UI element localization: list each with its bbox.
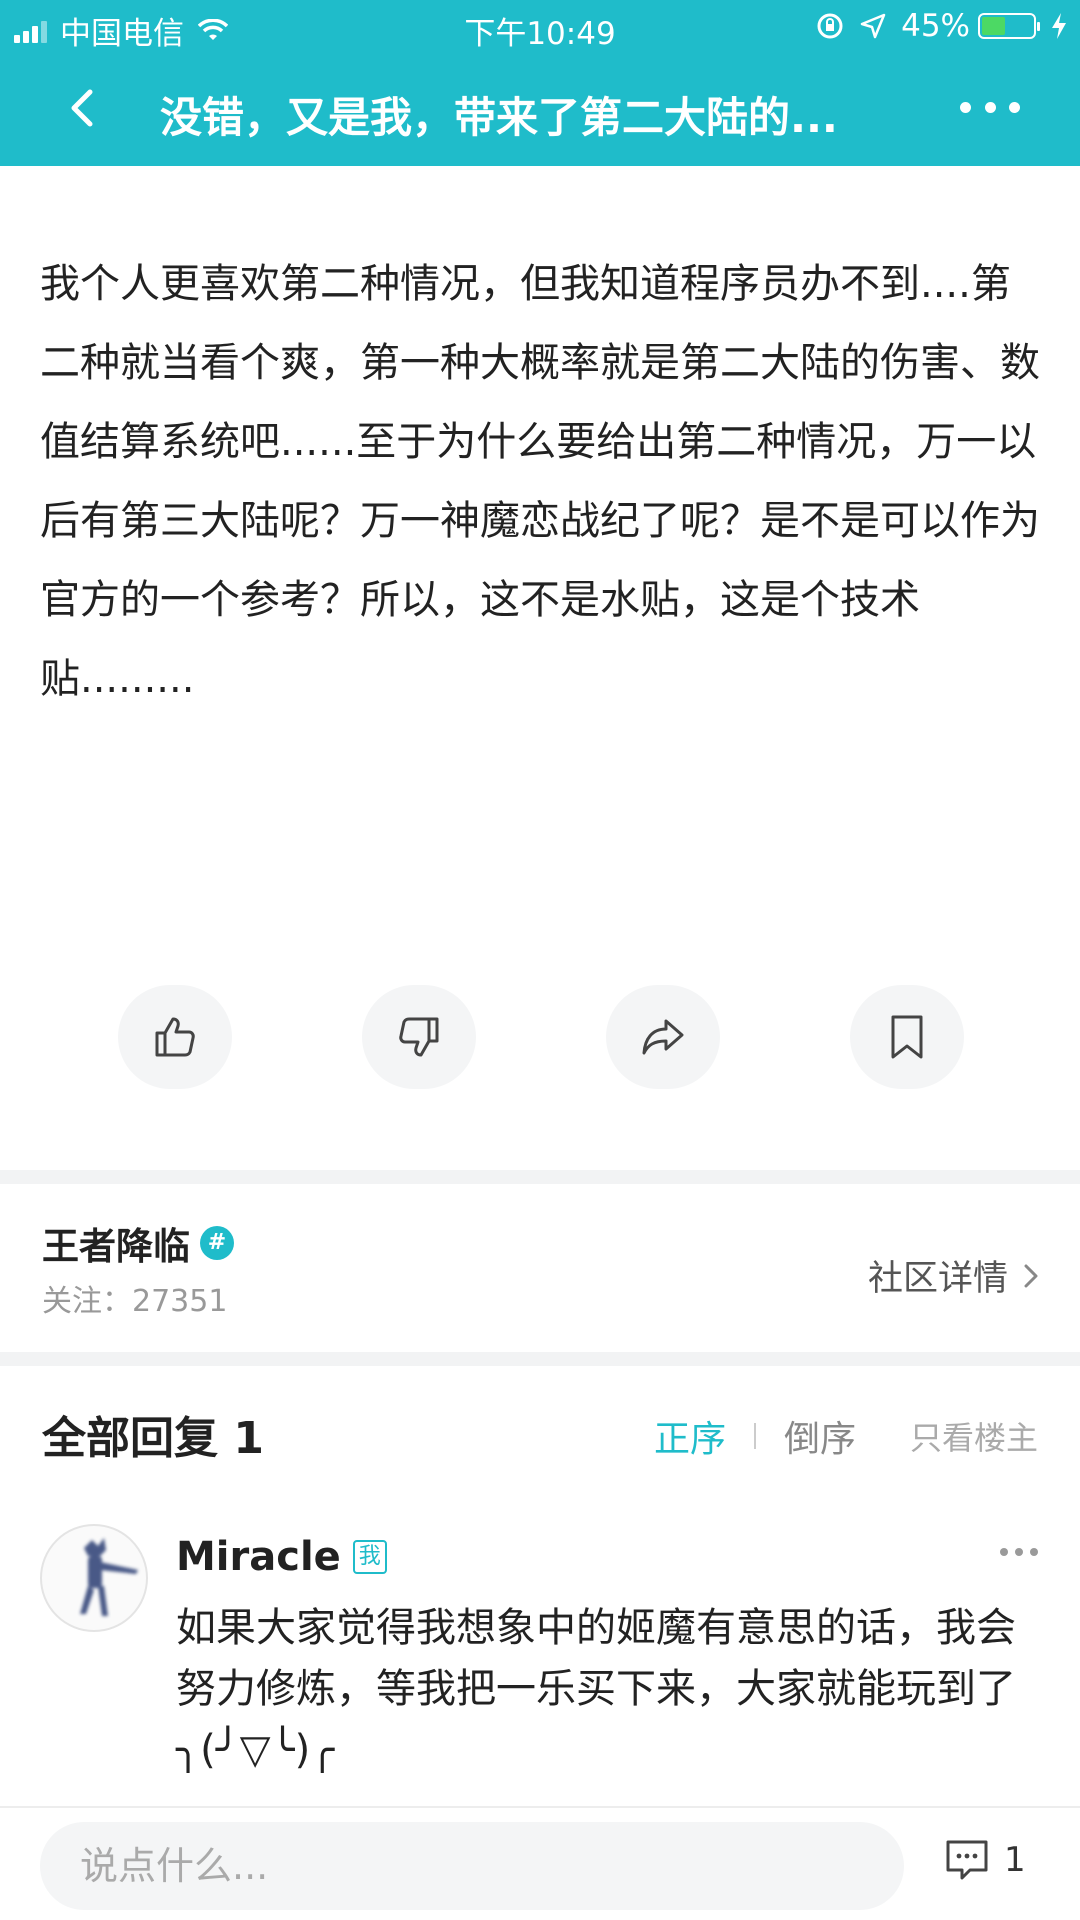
community-row[interactable]: 王者降临 # 关注：27351 社区详情 <box>0 1184 1080 1352</box>
owner-only-tab[interactable]: 只看楼主 <box>910 1413 1038 1459</box>
sort-asc-tab[interactable]: 正序 <box>654 1410 726 1462</box>
thumbs-down-icon <box>399 1017 439 1057</box>
battery-level <box>982 17 1005 35</box>
comment-input[interactable]: 说点什么... <box>40 1822 904 1910</box>
dislike-button[interactable] <box>362 985 476 1089</box>
reply-text: 如果大家觉得我想象中的姬魔有意思的话，我会努力修炼，等我把一乐买下来，大家就能玩… <box>176 1605 1016 1773</box>
chevron-right-icon <box>1024 1264 1038 1287</box>
reply-author[interactable]: Miracle <box>176 1534 341 1580</box>
avatar-figure-image <box>80 1538 138 1616</box>
bottom-bar: 说点什么... 1 <box>0 1806 1080 1920</box>
follow-label: 关注： <box>42 1284 132 1319</box>
sort-controls: 正序 倒序 只看楼主 <box>654 1410 1038 1462</box>
charging-bolt-icon <box>1052 13 1066 39</box>
community-name-row: 王者降临 # <box>42 1216 234 1270</box>
page-title: 没错，又是我，带来了第二大陆的... <box>160 93 838 142</box>
status-right: 45% <box>815 8 1068 44</box>
more-dot <box>1030 1548 1038 1556</box>
comment-icon[interactable] <box>944 1838 990 1882</box>
sort-separator <box>753 1423 756 1449</box>
follow-count: 27351 <box>132 1284 228 1319</box>
community-detail-label: 社区详情 <box>867 1259 1008 1299</box>
back-button[interactable] <box>60 80 110 136</box>
sort-desc-tab[interactable]: 倒序 <box>784 1410 856 1462</box>
more-dot <box>1009 101 1020 113</box>
post-body: 我个人更喜欢第二种情况，但我知道程序员办不到....第二种就当看个爽，第一种大概… <box>40 261 1040 702</box>
share-icon <box>642 1019 684 1055</box>
section-divider <box>0 1170 1080 1184</box>
reply-more-button[interactable] <box>1000 1548 1038 1558</box>
thumbs-up-icon <box>155 1017 195 1057</box>
community-name: 王者降临 <box>42 1225 190 1268</box>
replies-header: 全部回复 1 正序 倒序 只看楼主 <box>0 1366 1080 1494</box>
replies-title: 全部回复 1 <box>42 1413 264 1464</box>
community-follow: 关注：27351 <box>42 1276 227 1320</box>
me-badge: 我 <box>352 1540 387 1574</box>
status-bar: 中国电信 下午10:49 45% <box>0 0 1080 52</box>
nav-row: 没错，又是我，带来了第二大陆的... <box>0 52 1080 166</box>
top-bar: 中国电信 下午10:49 45% 没错，又是我，带来了第二大陆的... <box>0 0 1080 166</box>
community-badge-icon: # <box>200 1226 234 1260</box>
avatar[interactable] <box>40 1524 148 1632</box>
more-dot <box>960 101 971 113</box>
orientation-lock-icon <box>817 13 843 39</box>
bookmark-button[interactable] <box>850 985 964 1089</box>
share-button[interactable] <box>606 985 720 1089</box>
location-arrow-icon <box>860 13 886 39</box>
reply-author-row: Miracle 我 <box>176 1534 387 1580</box>
more-dot <box>1000 1548 1008 1556</box>
section-divider <box>0 1352 1080 1366</box>
more-dot <box>1015 1548 1023 1556</box>
more-dot <box>984 101 996 113</box>
bookmark-icon <box>891 1015 923 1059</box>
more-button[interactable] <box>960 92 1020 122</box>
comment-count: 1 <box>1004 1840 1026 1880</box>
community-detail-link[interactable]: 社区详情 <box>868 1250 1040 1301</box>
battery-icon <box>978 13 1040 39</box>
like-button[interactable] <box>118 985 232 1089</box>
reply-item: Miracle 我 如果大家觉得我想象中的姬魔有意思的话，我会努力修炼，等我把一… <box>0 1510 1080 1810</box>
battery-percent: 45% <box>901 8 970 44</box>
post-actions <box>118 985 964 1089</box>
